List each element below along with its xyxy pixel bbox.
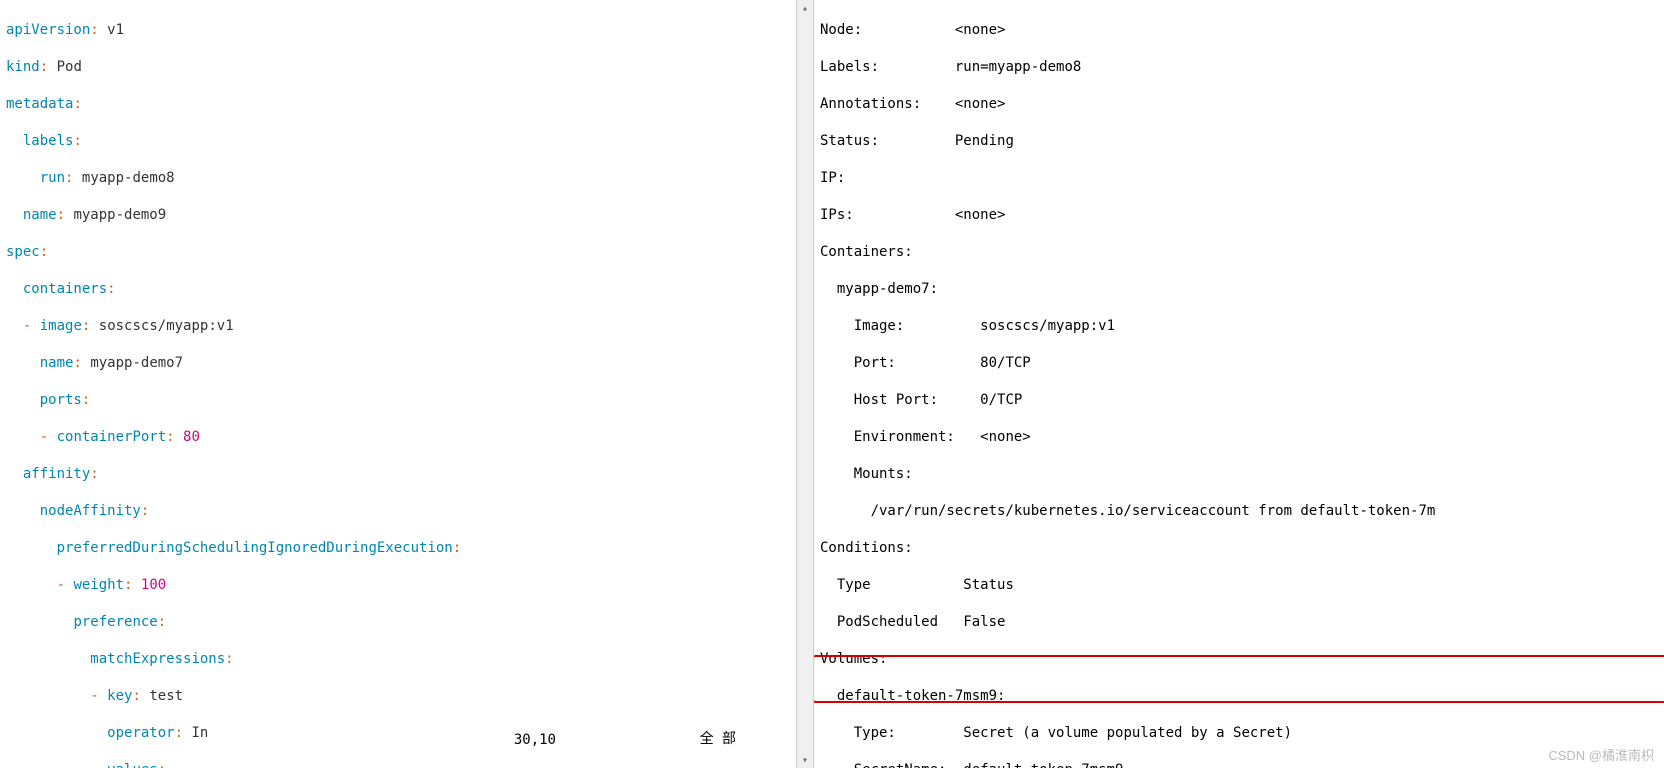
out-line: default-token-7msm9:	[820, 686, 1658, 707]
out-line: Type Status	[820, 575, 1658, 596]
out-line: Labels: run=myapp-demo8	[820, 57, 1658, 78]
yaml-line: affinity:	[6, 464, 790, 485]
out-line: myapp-demo7:	[820, 279, 1658, 300]
vim-status-all: 全 部	[700, 728, 736, 748]
out-line: Port: 80/TCP	[820, 353, 1658, 374]
out-line: IPs: <none>	[820, 205, 1658, 226]
yaml-line: run: myapp-demo8	[6, 168, 790, 189]
yaml-line: preferredDuringSchedulingIgnoredDuringEx…	[6, 538, 790, 559]
yaml-line: labels:	[6, 131, 790, 152]
vim-status-position: 30,10	[514, 732, 556, 748]
out-line: SecretName: default-token-7msm9	[820, 760, 1658, 768]
out-line: Volumes:	[820, 649, 1658, 670]
out-line: Environment: <none>	[820, 427, 1658, 448]
out-line: Mounts:	[820, 464, 1658, 485]
yaml-line: - key: test	[6, 686, 790, 707]
scroll-up-icon[interactable]: ▴	[797, 0, 813, 16]
yaml-line: - weight: 100	[6, 575, 790, 596]
watermark: CSDN @橘淮南枳	[1548, 745, 1654, 764]
yaml-line: name: myapp-demo7	[6, 353, 790, 374]
yaml-line: apiVersion: v1	[6, 20, 790, 41]
yaml-line: ports:	[6, 390, 790, 411]
yaml-line: spec:	[6, 242, 790, 263]
yaml-line: - image: soscscs/myapp:v1	[6, 316, 790, 337]
yaml-line: kind: Pod	[6, 57, 790, 78]
out-line: Status: Pending	[820, 131, 1658, 152]
kubectl-output-pane[interactable]: Node: <none> Labels: run=myapp-demo8 Ann…	[814, 0, 1664, 768]
out-line: Conditions:	[820, 538, 1658, 559]
yaml-editor-pane[interactable]: apiVersion: v1 kind: Pod metadata: label…	[0, 0, 797, 768]
yaml-line: metadata:	[6, 94, 790, 115]
yaml-line: values:	[6, 760, 790, 768]
out-line: PodScheduled False	[820, 612, 1658, 633]
yaml-line: preference:	[6, 612, 790, 633]
out-line: Containers:	[820, 242, 1658, 263]
out-line: Annotations: <none>	[820, 94, 1658, 115]
yaml-line: - containerPort: 80	[6, 427, 790, 448]
yaml-line: name: myapp-demo9	[6, 205, 790, 226]
yaml-line: containers:	[6, 279, 790, 300]
yaml-line: matchExpressions:	[6, 649, 790, 670]
out-line: Host Port: 0/TCP	[820, 390, 1658, 411]
out-line: /var/run/secrets/kubernetes.io/serviceac…	[820, 501, 1658, 522]
scroll-down-icon[interactable]: ▾	[797, 752, 813, 768]
out-line: Image: soscscs/myapp:v1	[820, 316, 1658, 337]
yaml-line: nodeAffinity:	[6, 501, 790, 522]
out-line: IP:	[820, 168, 1658, 189]
scrollbar[interactable]: ▴ ▾	[797, 0, 814, 768]
out-line: Type: Secret (a volume populated by a Se…	[820, 723, 1658, 744]
yaml-line: operator: In	[6, 723, 790, 744]
out-line: Node: <none>	[820, 20, 1658, 41]
